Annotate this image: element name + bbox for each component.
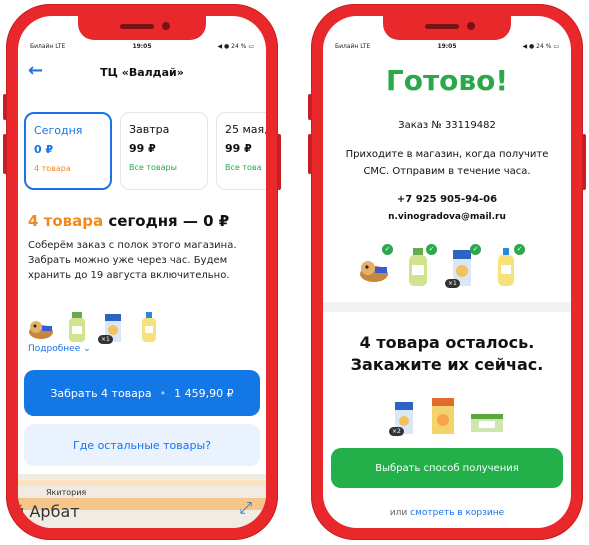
day-items: Все товары bbox=[129, 163, 177, 172]
success-title: Готово! bbox=[385, 64, 509, 97]
store-map[interactable]: Якитория й Арбат ⤢ bbox=[18, 474, 266, 528]
day-price: 99 ₽ bbox=[225, 142, 252, 155]
notch bbox=[383, 16, 511, 40]
check-icon: ✓ bbox=[426, 244, 437, 255]
contact-email: n.vinogradova@mail.ru bbox=[388, 212, 506, 222]
shampoo-bottle-thumbnail bbox=[64, 312, 90, 342]
day-items: Все това bbox=[225, 163, 262, 172]
contact-phone: +7 925 905-94-06 bbox=[396, 194, 498, 205]
phone-frame-right: Билайн LTE 19:05 ◀ ● 24 % ▭ Готово! Зака… bbox=[308, 4, 586, 540]
delivery-day-selector: Сегодня 0 ₽ 4 товара Завтра 99 ₽ Все тов… bbox=[24, 112, 266, 192]
ordered-products: ✓ ✓ ×1 ✓ ✓ bbox=[359, 244, 525, 288]
map-label: Якитория bbox=[46, 488, 87, 497]
or-text: или bbox=[389, 508, 408, 518]
notch bbox=[78, 16, 206, 40]
check-icon: ✓ bbox=[470, 244, 481, 255]
battery-indicator: ◀ ● 24 % ▭ bbox=[522, 43, 560, 50]
side-button bbox=[308, 94, 312, 120]
pickup-button-price: 1 459,90 ₽ bbox=[174, 386, 234, 400]
pickup-instructions: Приходите в магазин, когда получите СМС.… bbox=[345, 149, 549, 177]
shampoo-bottle-thumbnail: ✓ bbox=[403, 244, 437, 286]
power-button bbox=[277, 134, 281, 190]
baby-oil-thumbnail bbox=[136, 312, 162, 342]
quantity-badge: ×2 bbox=[389, 427, 404, 436]
choose-delivery-button[interactable]: Выбрать способ получения bbox=[331, 448, 563, 488]
day-option-tomorrow[interactable]: Завтра 99 ₽ Все товары bbox=[120, 112, 208, 190]
page-title: ТЦ «Валдай» bbox=[100, 66, 184, 79]
day-items: 4 товара bbox=[34, 164, 71, 173]
expand-map-icon[interactable]: ⤢ bbox=[239, 498, 252, 518]
day-option-today[interactable]: Сегодня 0 ₽ 4 товара bbox=[24, 112, 112, 190]
section-heading: 4 товара сегодня — 0 ₽ bbox=[28, 212, 229, 230]
status-bar: Билайн LTE 19:05 ◀ ● 24 % ▭ bbox=[18, 40, 266, 56]
cereal-box-thumbnail bbox=[429, 396, 457, 434]
plush-toy-thumbnail: ✓ bbox=[359, 244, 393, 286]
heading-rest: сегодня — 0 ₽ bbox=[108, 212, 230, 230]
volume-button bbox=[3, 134, 7, 174]
screen-right: Билайн LTE 19:05 ◀ ● 24 % ▭ Готово! Зака… bbox=[323, 16, 571, 528]
check-icon: ✓ bbox=[382, 244, 393, 255]
stage: Билайн LTE 19:05 ◀ ● 24 % ▭ ← ТЦ «Валдай… bbox=[0, 0, 589, 545]
remaining-line-2: Закажите их сейчас. bbox=[350, 355, 544, 374]
check-icon: ✓ bbox=[514, 244, 525, 255]
remaining-line-1: 4 товара осталось. bbox=[359, 333, 535, 352]
more-details-link[interactable]: Подробнее ⌄ bbox=[28, 344, 91, 354]
pickup-button-label: Забрать 4 товара bbox=[50, 386, 152, 400]
map-street-label: й Арбат bbox=[18, 502, 80, 521]
where-other-items-button[interactable]: Где остальные товары? bbox=[24, 424, 260, 466]
plush-toy-thumbnail bbox=[28, 312, 54, 342]
pickup-description: Соберём заказ с полок этого магазина. За… bbox=[28, 240, 237, 281]
order-number: Заказ № 33119482 bbox=[398, 120, 496, 131]
phone-frame-left: Билайн LTE 19:05 ◀ ● 24 % ▭ ← ТЦ «Валдай… bbox=[3, 4, 281, 540]
remaining-items-heading: 4 товара осталось. Закажите их сейчас. bbox=[323, 332, 571, 376]
item-count: 4 товара bbox=[28, 212, 104, 230]
baby-food-thumbnail: ×1 bbox=[98, 312, 126, 344]
power-button bbox=[582, 134, 586, 190]
baby-food-thumbnail: ×1 ✓ bbox=[445, 244, 481, 288]
separator-dot: • bbox=[159, 386, 167, 400]
status-bar: Билайн LTE 19:05 ◀ ● 24 % ▭ bbox=[323, 40, 571, 56]
quantity-badge: ×1 bbox=[445, 279, 460, 288]
baby-oil-thumbnail: ✓ bbox=[491, 244, 525, 286]
day-name: 25 мая, bbox=[225, 123, 266, 136]
quantity-badge: ×1 bbox=[98, 335, 113, 344]
volume-button bbox=[308, 134, 312, 174]
battery-indicator: ◀ ● 24 % ▭ bbox=[217, 43, 255, 50]
section-divider bbox=[323, 302, 571, 312]
day-price: 0 ₽ bbox=[34, 143, 54, 156]
view-cart-link[interactable]: смотреть в корзине bbox=[410, 508, 504, 518]
baby-food-thumbnail: ×2 bbox=[389, 400, 417, 436]
remaining-products: ×2 bbox=[389, 396, 505, 436]
product-thumbnails: ×1 bbox=[28, 312, 162, 344]
day-name: Сегодня bbox=[34, 124, 83, 137]
map-road bbox=[18, 480, 266, 486]
pickup-button[interactable]: Забрать 4 товара • 1 459,90 ₽ bbox=[24, 370, 260, 416]
side-button bbox=[3, 94, 7, 120]
day-price: 99 ₽ bbox=[129, 142, 156, 155]
header: ← ТЦ «Валдай» bbox=[18, 60, 266, 86]
cart-link-row: или смотреть в корзине bbox=[323, 508, 571, 518]
day-name: Завтра bbox=[129, 123, 170, 136]
day-option-may25[interactable]: 25 мая, 99 ₽ Все това bbox=[216, 112, 266, 190]
screen-left: Билайн LTE 19:05 ◀ ● 24 % ▭ ← ТЦ «Валдай… bbox=[18, 16, 266, 528]
snack-pack-thumbnail bbox=[469, 408, 505, 434]
